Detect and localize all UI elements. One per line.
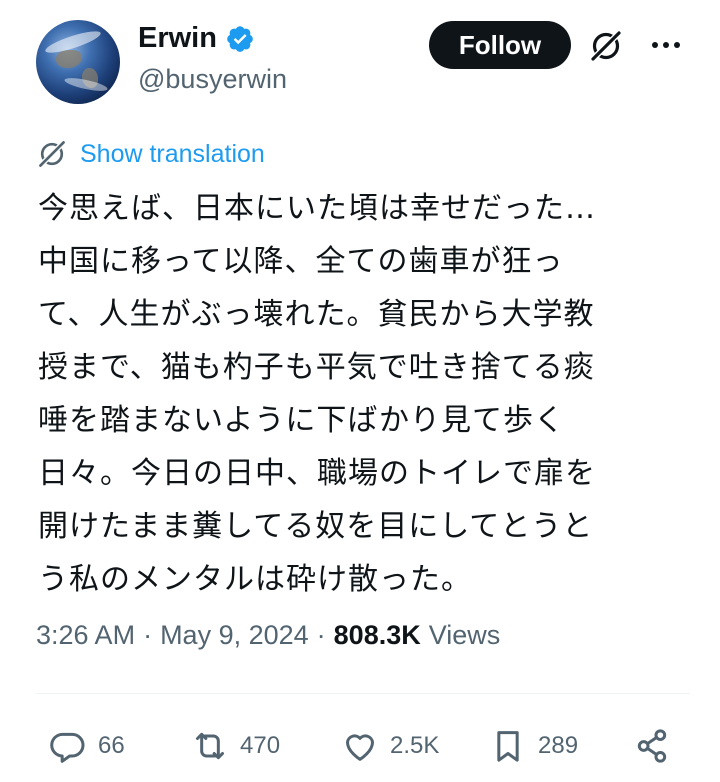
bookmark-button[interactable]: 289: [488, 718, 578, 774]
reply-icon: [50, 732, 85, 763]
share-button[interactable]: [632, 718, 672, 774]
dot: [674, 42, 680, 48]
grok-icon[interactable]: [588, 28, 624, 64]
dot: [652, 42, 658, 48]
tweet-date[interactable]: May 9, 2024: [160, 620, 309, 651]
tweet-time[interactable]: 3:26 AM: [36, 620, 135, 651]
translation-row: Show translation: [36, 138, 265, 170]
verified-badge-icon: [227, 25, 253, 52]
follow-button[interactable]: Follow: [429, 21, 571, 69]
repost-button[interactable]: 470: [190, 718, 280, 774]
repost-count: 470: [240, 732, 281, 759]
tweet-meta: 3:26 AM · May 9, 2024 · 808.3K Views: [36, 620, 500, 651]
views-label: Views: [428, 620, 501, 650]
divider: [36, 693, 690, 694]
dot: [663, 42, 669, 48]
heart-icon: [346, 734, 374, 761]
bookmark-icon: [497, 731, 519, 762]
grok-icon: [37, 139, 67, 169]
action-bar: 66 470 2.5K 289: [36, 718, 690, 774]
name-row: Erwin: [138, 22, 255, 55]
repost-icon: [196, 732, 224, 760]
share-icon: [637, 729, 667, 763]
avatar-earth-land: [56, 50, 82, 68]
like-count: 2.5K: [390, 732, 440, 759]
bookmark-count: 289: [538, 732, 579, 759]
reply-button[interactable]: 66: [48, 718, 125, 774]
avatar[interactable]: [36, 20, 120, 104]
meta-separator: ·: [316, 620, 326, 650]
tweet-text: 今思えば、日本にいた頃は幸せだった… 中国に移って以降、全ての歯車が狂っ て、人…: [38, 191, 596, 597]
views-count[interactable]: 808.3K: [334, 620, 421, 651]
like-button[interactable]: 2.5K: [340, 718, 439, 774]
user-handle[interactable]: @busyerwin: [138, 64, 287, 95]
more-options-icon[interactable]: [648, 30, 684, 60]
meta-separator: ·: [143, 620, 153, 650]
show-translation-link[interactable]: Show translation: [80, 140, 265, 169]
reply-count: 66: [98, 732, 125, 759]
display-name[interactable]: Erwin: [138, 22, 217, 55]
